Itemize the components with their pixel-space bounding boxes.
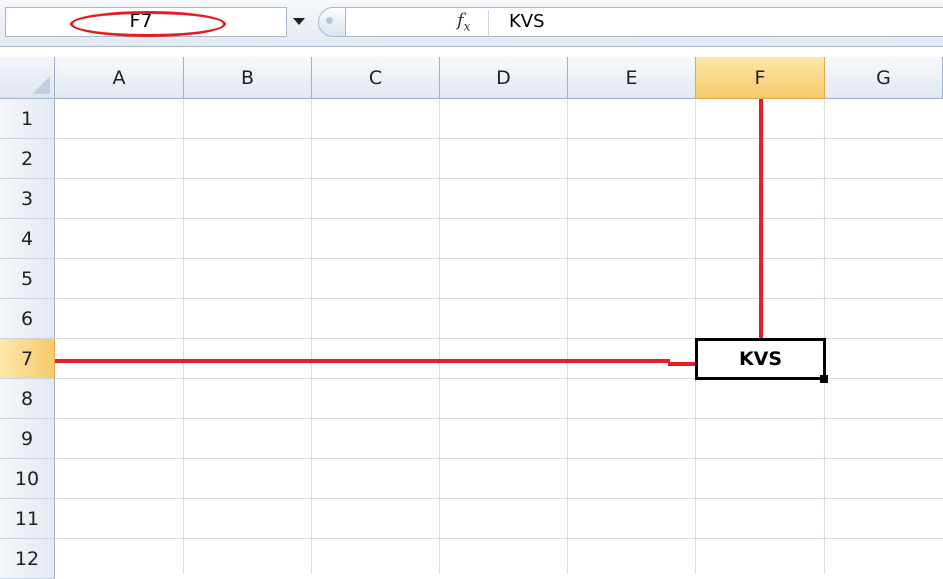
row-header-3[interactable]: 3 (0, 179, 55, 219)
resize-dot-icon (326, 17, 333, 24)
select-all-corner-icon (32, 76, 50, 94)
annotation-line-horizontal (55, 359, 670, 363)
column-header-d[interactable]: D (440, 57, 568, 99)
formula-divider (488, 10, 489, 36)
gridline (824, 99, 825, 574)
row-header-12[interactable]: 12 (0, 539, 55, 579)
formula-value[interactable]: KVS (509, 11, 545, 32)
gridline (311, 99, 312, 574)
row-header-4[interactable]: 4 (0, 219, 55, 259)
annotation-line-vertical (759, 99, 763, 339)
cell-area[interactable] (55, 99, 943, 574)
gridline (55, 218, 943, 219)
row-header-11[interactable]: 11 (0, 499, 55, 539)
fill-handle[interactable] (820, 375, 828, 383)
column-header-e[interactable]: E (568, 57, 696, 99)
column-header-f[interactable]: F (696, 57, 825, 99)
gridline (55, 298, 943, 299)
gridline (695, 99, 696, 574)
gridline (55, 498, 943, 499)
row-header-2[interactable]: 2 (0, 139, 55, 179)
fx-icon[interactable]: fx (457, 10, 470, 34)
active-cell-f7[interactable]: KVS (695, 338, 826, 380)
column-header-b[interactable]: B (184, 57, 312, 99)
row-header-7[interactable]: 7 (0, 339, 55, 379)
gridline (55, 178, 943, 179)
column-header-a[interactable]: A (55, 57, 184, 99)
chevron-down-icon[interactable] (293, 18, 305, 25)
formula-input[interactable] (346, 7, 943, 37)
gridline (567, 99, 568, 574)
gridline (55, 538, 943, 539)
row-header-10[interactable]: 10 (0, 459, 55, 499)
row-header-8[interactable]: 8 (0, 379, 55, 419)
formula-bar-resize-handle[interactable] (318, 7, 346, 37)
row-header-1[interactable]: 1 (0, 99, 55, 139)
column-header-g[interactable]: G (825, 57, 943, 99)
select-all-button[interactable] (0, 57, 55, 99)
gridline (183, 99, 184, 574)
column-header-c[interactable]: C (312, 57, 440, 99)
row-header-5[interactable]: 5 (0, 259, 55, 299)
formula-bar: F7 fx KVS (0, 0, 943, 47)
gridline (439, 99, 440, 574)
gridline (55, 418, 943, 419)
annotation-oval (70, 11, 226, 37)
gridline (55, 258, 943, 259)
row-header-9[interactable]: 9 (0, 419, 55, 459)
gridline (55, 138, 943, 139)
gridline (55, 458, 943, 459)
row-header-6[interactable]: 6 (0, 299, 55, 339)
